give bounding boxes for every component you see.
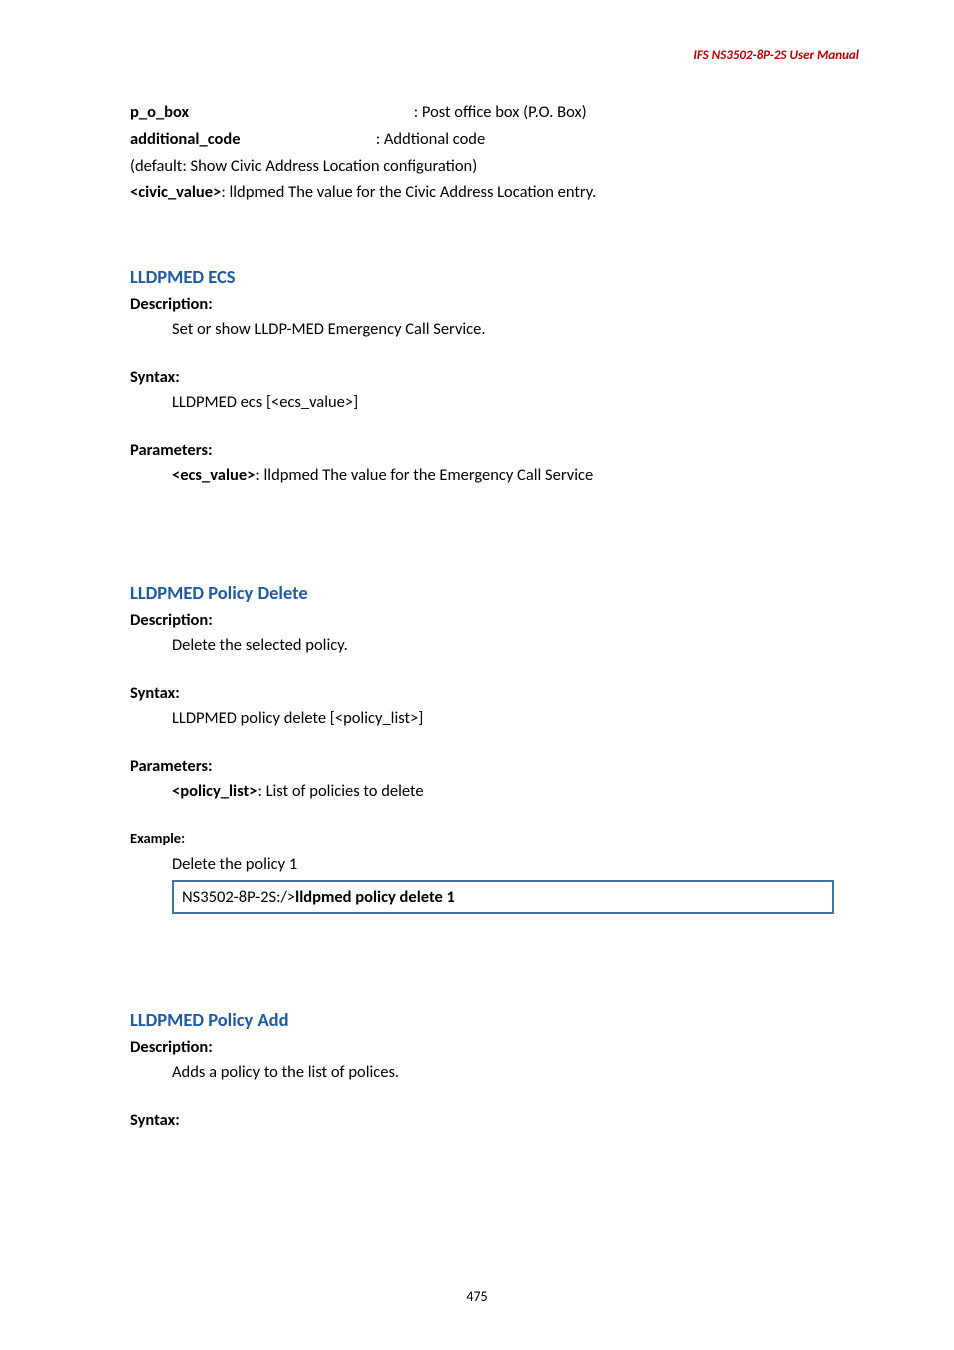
description-text: Delete the selected policy. xyxy=(130,633,859,658)
parameters-text: <policy_list>: List of policies to delet… xyxy=(130,779,859,804)
param-default-line: (default: Show Civic Address Location co… xyxy=(130,154,859,179)
param-name: <policy_list> xyxy=(172,781,257,801)
param-description: : lldpmed The value for the Emergency Ca… xyxy=(255,465,593,485)
code-box: NS3502-8P-2S:/>lldpmed policy delete 1 xyxy=(172,880,834,914)
section-title-ecs: LLDPMED ECS xyxy=(130,265,859,288)
section-title-policy-add: LLDPMED Policy Add xyxy=(130,1008,859,1031)
example-label: Example: xyxy=(130,829,859,847)
param-description: : List of policies to delete xyxy=(257,781,423,801)
param-name: <ecs_value> xyxy=(172,465,255,485)
description-text: Set or show LLDP-MED Emergency Call Serv… xyxy=(130,317,859,342)
syntax-text: LLDPMED ecs [<ecs_value>] xyxy=(130,390,859,415)
syntax-label: Syntax: xyxy=(130,1110,859,1130)
param-label: <civic_value> xyxy=(130,180,221,205)
parameters-text: <ecs_value>: lldpmed The value for the E… xyxy=(130,463,859,488)
parameters-label: Parameters: xyxy=(130,440,859,460)
syntax-label: Syntax: xyxy=(130,683,859,703)
description-label: Description: xyxy=(130,610,859,630)
code-prefix: NS3502-8P-2S:/> xyxy=(182,887,295,907)
param-value: : Post office box (P.O. Box) xyxy=(414,102,587,122)
page-number: 475 xyxy=(0,1288,954,1305)
description-label: Description: xyxy=(130,294,859,314)
parameters-label: Parameters: xyxy=(130,756,859,776)
example-text: Delete the policy 1 xyxy=(130,852,859,877)
param-value: : lldpmed The value for the Civic Addres… xyxy=(221,182,596,202)
syntax-label: Syntax: xyxy=(130,367,859,387)
syntax-text: LLDPMED policy delete [<policy_list>] xyxy=(130,706,859,731)
page-content: p_o_box : Post office box (P.O. Box) add… xyxy=(130,100,859,1133)
param-label: p_o_box xyxy=(130,100,410,125)
param-civic-value: <civic_value>: lldpmed The value for the… xyxy=(130,180,859,205)
param-label: additional_code xyxy=(130,127,372,152)
description-text: Adds a policy to the list of polices. xyxy=(130,1060,859,1085)
param-value: : Addtional code xyxy=(376,129,485,149)
description-label: Description: xyxy=(130,1037,859,1057)
page-header: IFS NS3502-8P-2S User Manual xyxy=(693,48,859,63)
param-p-o-box: p_o_box : Post office box (P.O. Box) xyxy=(130,100,859,125)
param-additional-code: additional_code : Addtional code xyxy=(130,127,859,152)
code-command: lldpmed policy delete 1 xyxy=(295,887,455,907)
section-title-policy-delete: LLDPMED Policy Delete xyxy=(130,581,859,604)
